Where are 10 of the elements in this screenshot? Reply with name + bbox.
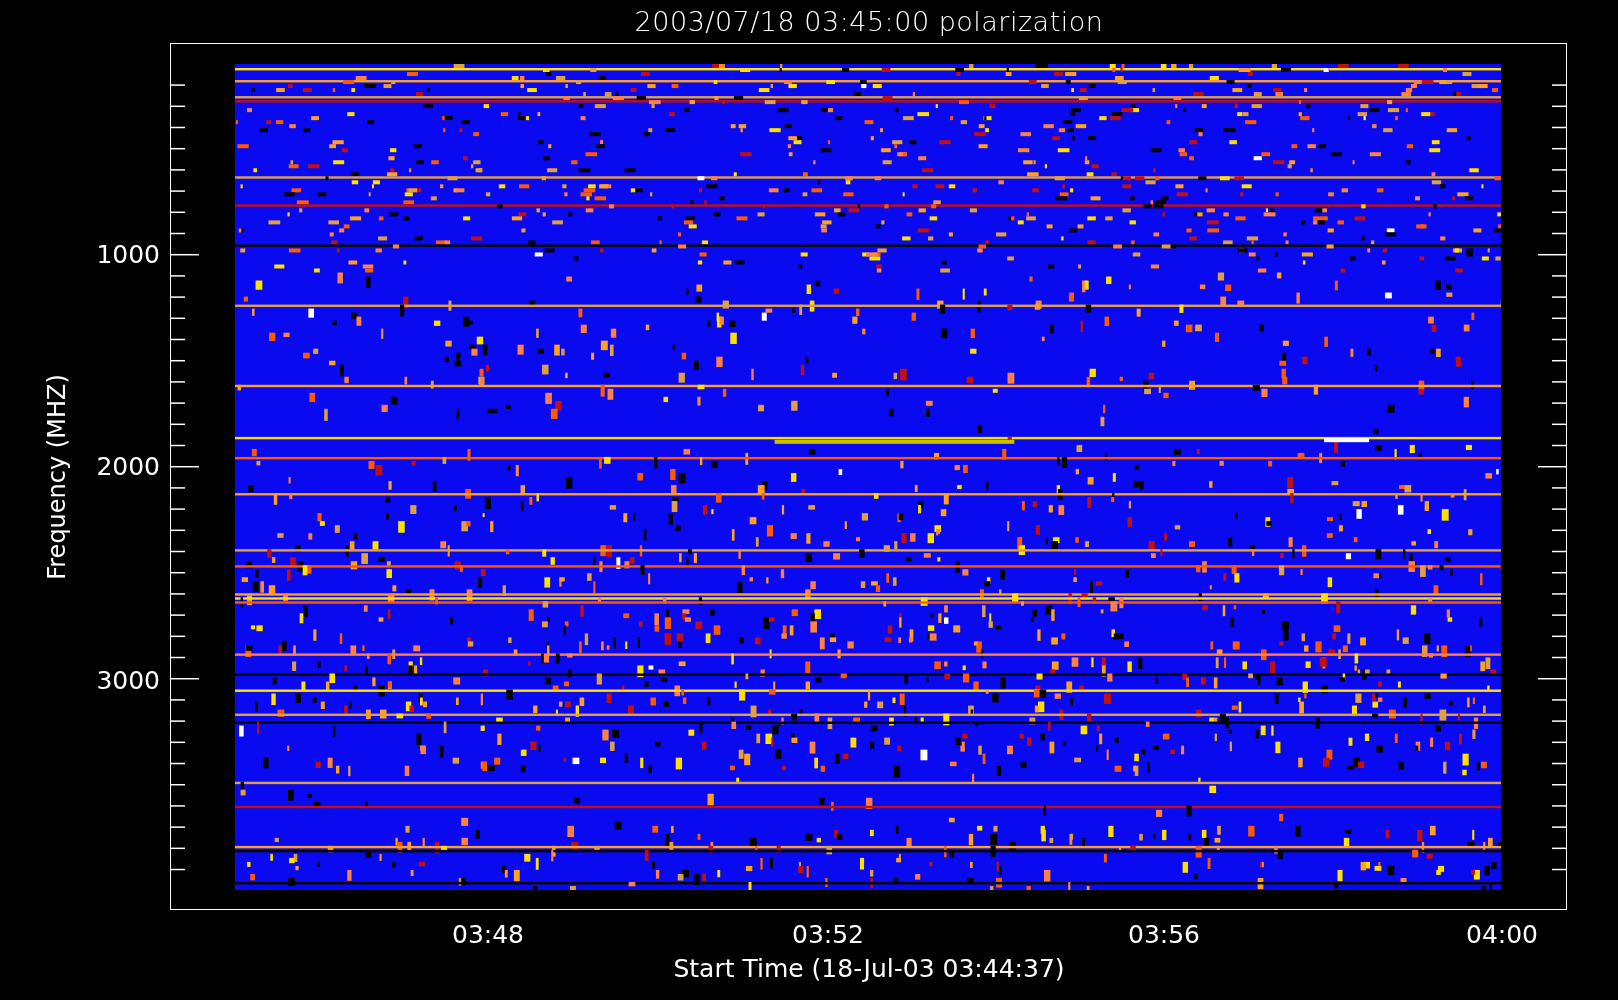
y-tick-label: 1000 xyxy=(96,239,160,269)
x-axis-label: Start Time (18-Jul-03 03:44:37) xyxy=(673,954,1065,983)
x-tick-label: 03:56 xyxy=(1128,920,1200,949)
x-tick-label: 03:48 xyxy=(452,920,524,949)
x-tick-label: 03:52 xyxy=(792,920,864,949)
plot-title: 2003/07/18 03:45:00 polarization xyxy=(634,6,1104,37)
x-tick-label: 04:00 xyxy=(1466,920,1538,949)
y-tick-label: 3000 xyxy=(96,665,160,695)
y-tick-label: 2000 xyxy=(96,451,160,481)
y-axis-label: Frequency (MHZ) xyxy=(43,373,71,580)
